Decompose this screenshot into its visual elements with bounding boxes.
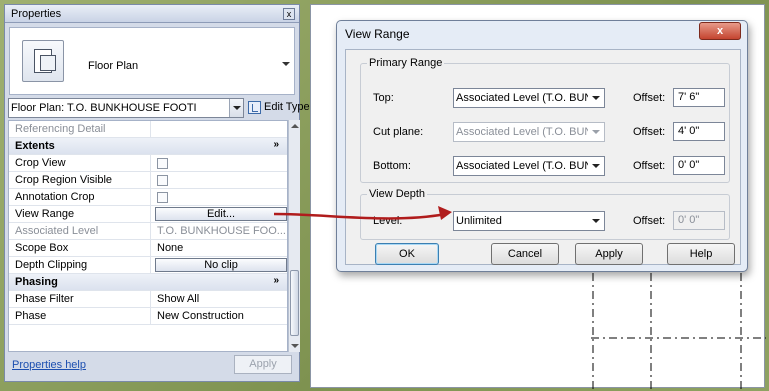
crop-region-visible-checkbox[interactable] (157, 175, 168, 186)
annotation-crop-checkbox[interactable] (157, 192, 168, 203)
property-row: Annotation Crop (9, 189, 287, 206)
instance-selector-value: Floor Plan: T.O. BUNKHOUSE FOOTI (11, 102, 197, 114)
dialog-title: View Range (345, 27, 410, 41)
property-row: Crop Region Visible (9, 172, 287, 189)
group-extents[interactable]: Extents » (9, 138, 287, 155)
apply-button[interactable]: Apply (234, 355, 292, 374)
property-name: Crop Region Visible (9, 172, 151, 188)
top-level-value: Associated Level (T.O. BUN (456, 92, 593, 104)
instance-row: Floor Plan: T.O. BUNKHOUSE FOOTI Edit Ty… (8, 98, 310, 118)
property-row: Depth Clipping No clip (9, 257, 287, 274)
properties-grid: Referencing Detail Extents » Crop View C… (8, 120, 288, 352)
top-offset-label: Offset: (633, 92, 666, 104)
instance-selector[interactable]: Floor Plan: T.O. BUNKHOUSE FOOTI (8, 98, 244, 118)
property-row: Crop View (9, 155, 287, 172)
property-value[interactable]: Show All (153, 291, 287, 307)
scroll-down-icon[interactable] (291, 344, 299, 348)
edit-type-label: Edit Type (264, 101, 310, 113)
edit-type-button[interactable]: Edit Type (248, 98, 310, 118)
scroll-thumb[interactable] (290, 270, 299, 336)
primary-range-label: Primary Range (367, 57, 445, 69)
properties-title: Properties (5, 5, 299, 23)
property-value: T.O. BUNKHOUSE FOO... (157, 225, 286, 237)
chevron-down-icon[interactable] (282, 62, 290, 66)
view-depth-level-select[interactable]: Unlimited (453, 211, 605, 231)
dialog-apply-button[interactable]: Apply (575, 243, 643, 265)
bottom-label: Bottom: (373, 160, 411, 172)
edit-type-icon (248, 101, 261, 114)
view-depth-offset-label: Offset: (633, 215, 666, 227)
type-selector[interactable]: Floor Plan (9, 27, 295, 95)
top-level-select[interactable]: Associated Level (T.O. BUN (453, 88, 605, 108)
property-value (153, 189, 287, 205)
dialog-body: Primary Range Top: Associated Level (T.O… (345, 49, 741, 265)
property-row: Referencing Detail (9, 121, 287, 138)
view-range-edit-button[interactable]: Edit... (155, 207, 287, 221)
property-value (153, 121, 287, 137)
view-depth-offset-input[interactable]: 0' 0" (673, 211, 725, 230)
property-row: View Range Edit... (9, 206, 287, 223)
collapse-icon[interactable]: » (273, 139, 279, 150)
property-name: Crop View (9, 155, 151, 171)
top-offset-input[interactable]: 7' 6" (673, 88, 725, 107)
property-name: View Range (9, 206, 151, 222)
cut-plane-label: Cut plane: (373, 126, 424, 138)
view-range-dialog: View Range x Primary Range Top: Associat… (336, 20, 748, 272)
cancel-button[interactable]: Cancel (491, 243, 559, 265)
view-depth-label: View Depth (367, 188, 428, 200)
property-value (153, 155, 287, 171)
chevron-down-icon[interactable] (229, 99, 243, 117)
properties-help-link[interactable]: Properties help (12, 359, 86, 371)
property-name: Phase Filter (9, 291, 151, 307)
close-icon[interactable]: x (699, 22, 741, 40)
floor-plan-icon (22, 40, 64, 82)
group-label: Extents (15, 140, 55, 152)
property-name: Scope Box (9, 240, 151, 256)
property-row: Scope Box None (9, 240, 287, 257)
collapse-icon[interactable]: » (273, 275, 279, 286)
top-label: Top: (373, 92, 394, 104)
properties-footer: Properties help Apply (8, 354, 296, 376)
chevron-down-icon[interactable] (588, 157, 604, 175)
chevron-down-icon[interactable] (588, 89, 604, 107)
property-name: Annotation Crop (9, 189, 151, 205)
chevron-down-icon[interactable] (588, 212, 604, 230)
level-label: Level: (373, 215, 403, 227)
property-value[interactable]: None (153, 240, 287, 256)
type-name: Floor Plan (88, 60, 139, 72)
bottom-level-select[interactable]: Associated Level (T.O. BUN (453, 156, 605, 176)
bottom-offset-label: Offset: (633, 160, 666, 172)
property-row: Associated Level T.O. BUNKHOUSE FOO... (9, 223, 287, 240)
cut-offset-label: Offset: (633, 126, 666, 138)
bottom-offset-input[interactable]: 0' 0" (673, 156, 725, 175)
property-name: Phase (9, 308, 151, 324)
property-row: Phase Filter Show All (9, 291, 287, 308)
help-button[interactable]: Help (667, 243, 735, 265)
property-value: No clip (153, 257, 287, 273)
scroll-up-icon[interactable] (291, 124, 299, 128)
close-icon[interactable]: x (283, 8, 295, 20)
bottom-level-value: Associated Level (T.O. BUN (456, 160, 593, 172)
ok-button[interactable]: OK (375, 243, 439, 265)
cut-plane-value: Associated Level (T.O. BUN (456, 126, 593, 138)
property-value: Edit... (153, 206, 287, 222)
depth-clipping-button[interactable]: No clip (155, 258, 287, 272)
property-value[interactable]: New Construction (153, 308, 287, 324)
group-label: Phasing (15, 276, 58, 288)
property-name: Referencing Detail (9, 121, 151, 137)
view-depth-group: View Depth Level: Unlimited Offset: 0' 0… (360, 188, 730, 240)
property-name: Depth Clipping (9, 257, 151, 273)
property-name: Associated Level (9, 223, 151, 239)
properties-scrollbar[interactable] (288, 120, 300, 352)
property-row: Phase New Construction (9, 308, 287, 325)
view-depth-level-value: Unlimited (456, 215, 502, 227)
cut-plane-select[interactable]: Associated Level (T.O. BUN (453, 122, 605, 142)
cut-plane-offset-input[interactable]: 4' 0" (673, 122, 725, 141)
property-value (153, 172, 287, 188)
group-phasing[interactable]: Phasing » (9, 274, 287, 291)
crop-view-checkbox[interactable] (157, 158, 168, 169)
primary-range-group: Primary Range Top: Associated Level (T.O… (360, 57, 730, 183)
chevron-down-icon[interactable] (588, 123, 604, 141)
